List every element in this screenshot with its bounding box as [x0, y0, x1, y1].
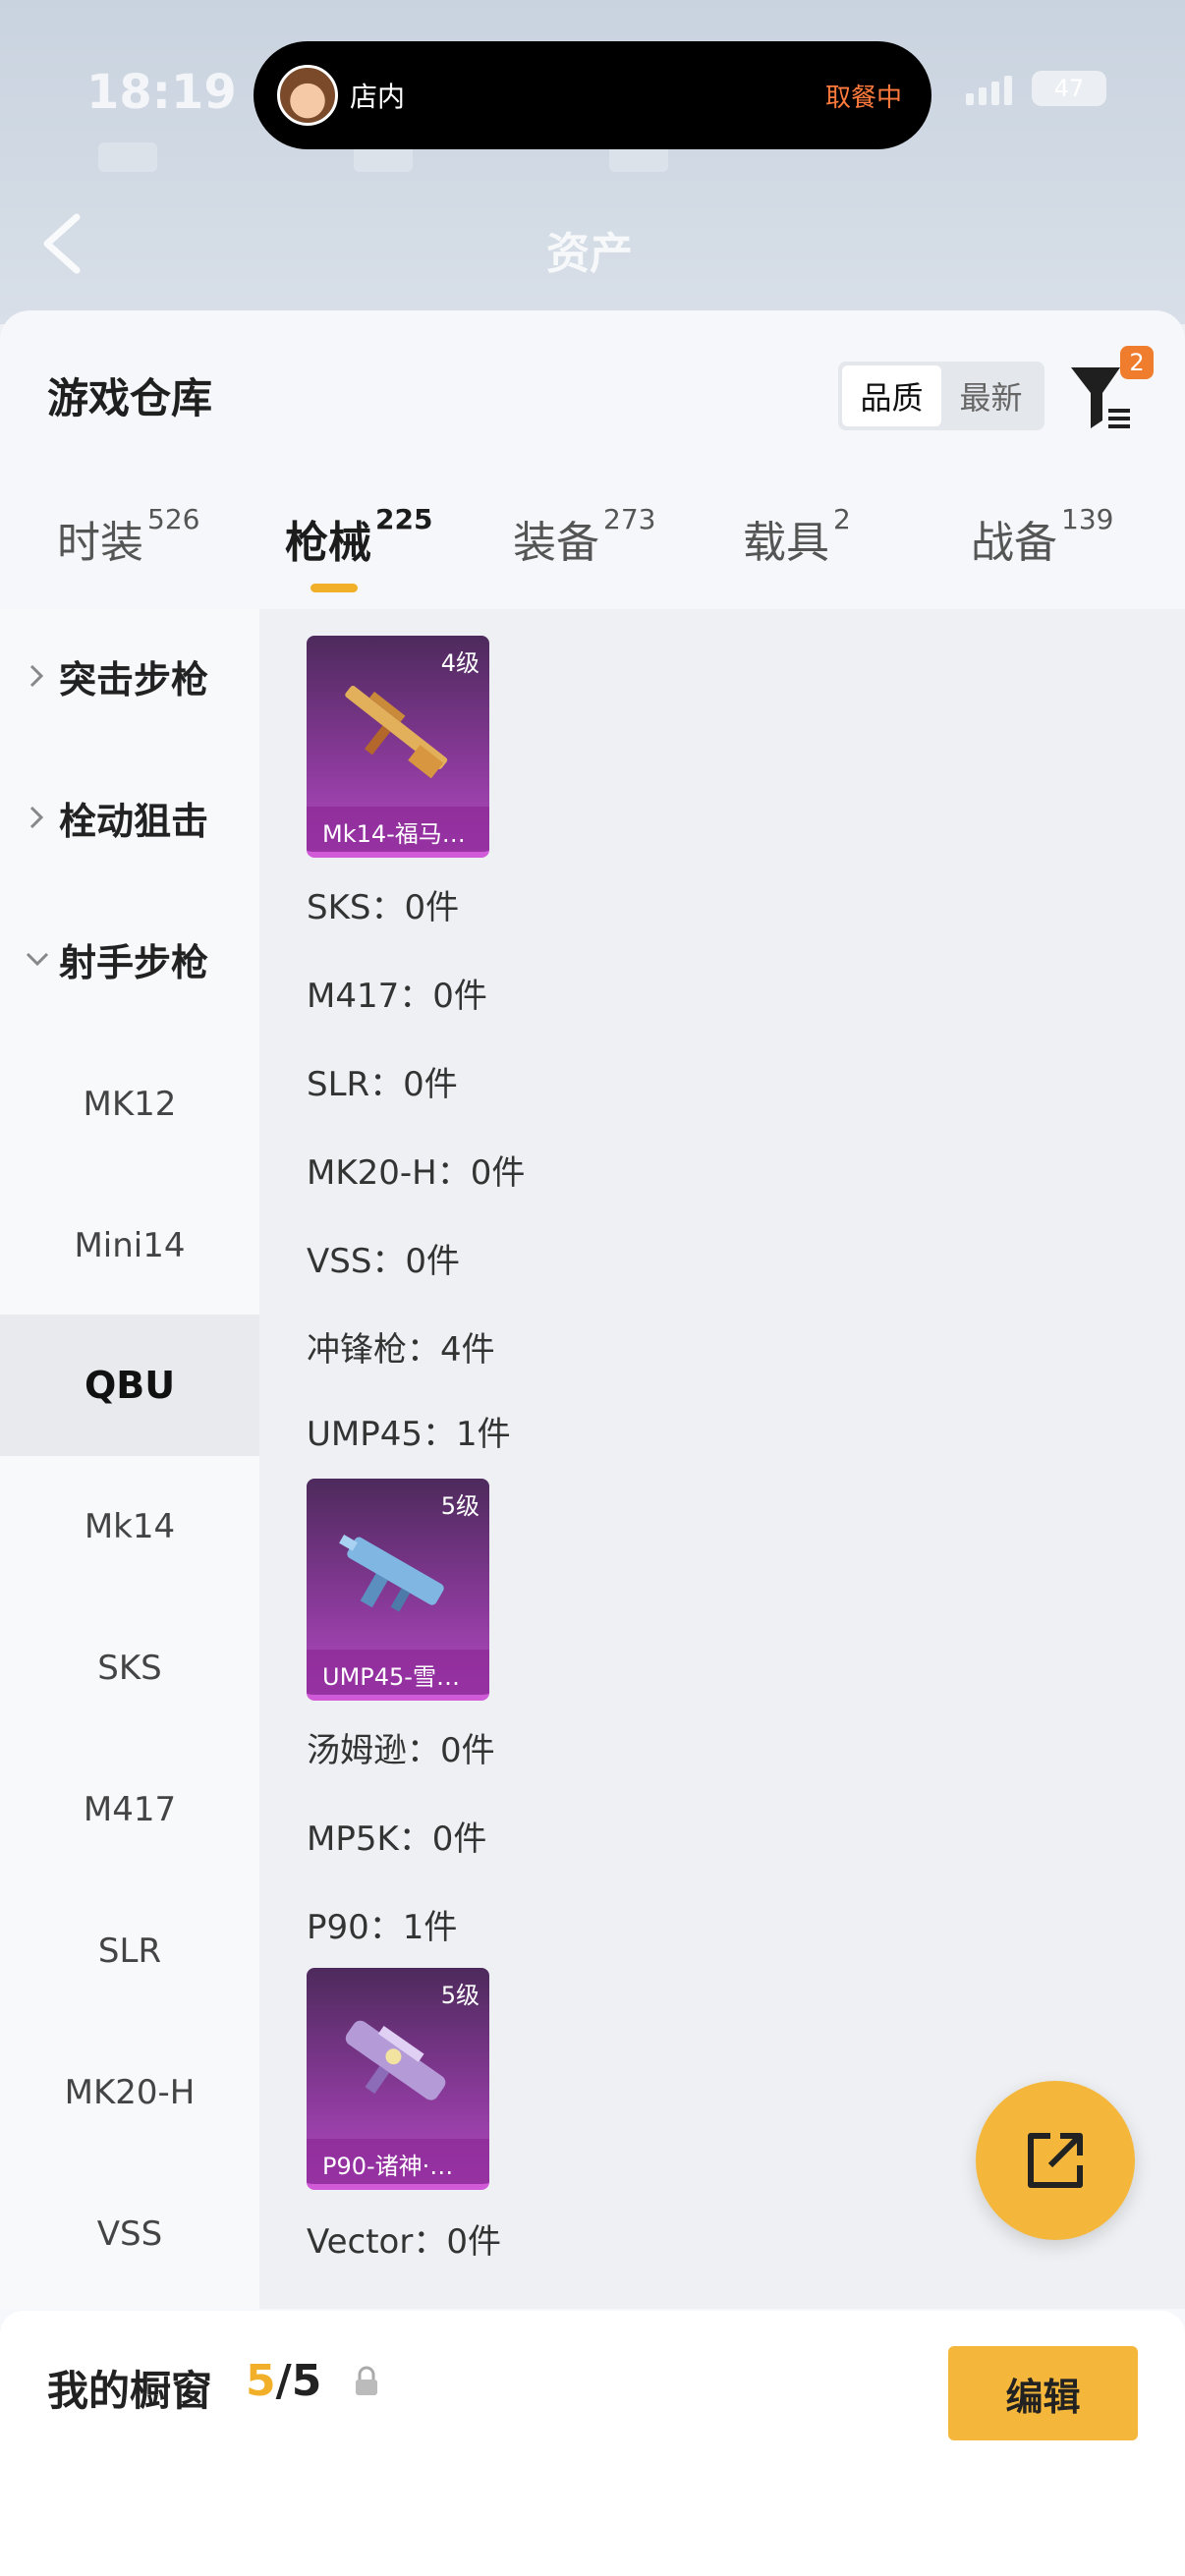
chevron-down-icon — [26, 952, 49, 967]
smg-icon — [339, 1534, 444, 1612]
sidebar-item-sks[interactable]: SKS — [0, 1597, 259, 1739]
weapon-card-p90[interactable]: 5级 P90-诸神·… — [307, 1968, 489, 2190]
island-store-label: 店内 — [350, 81, 406, 113]
signal-icon — [966, 72, 1012, 105]
share-button[interactable] — [976, 2081, 1135, 2240]
weapon-count-thompson: 汤姆逊：0件 — [307, 1731, 495, 1770]
card-name: Mk14-福马… — [307, 807, 489, 852]
rifle-icon — [345, 685, 448, 779]
dynamic-island[interactable]: 店内 取餐中 — [254, 41, 931, 149]
weapon-count-mk20h: MK20-H：0件 — [307, 1153, 526, 1193]
sidebar-item-mk12[interactable]: MK12 — [0, 1034, 259, 1175]
back-icon[interactable] — [39, 211, 83, 276]
sidebar-item-qbu[interactable]: QBU — [0, 1315, 259, 1456]
tab-label: 战备 — [971, 518, 1057, 568]
sidebar-item-m417[interactable]: M417 — [0, 1739, 259, 1880]
sidebar-item-mini14[interactable]: Mini14 — [0, 1175, 259, 1316]
weapon-sidebar: 突击步枪 栓动狙击 射手步枪 MK12 Mini14 QBU Mk14 SKS … — [0, 609, 259, 2309]
tab-equipment[interactable]: 装备 273 — [513, 503, 655, 570]
showcase-count: 5/5 — [246, 2356, 321, 2406]
sidebar-category-label: 射手步枪 — [59, 940, 209, 984]
showcase-title: 我的橱窗 — [47, 2367, 213, 2415]
sort-option-quality[interactable]: 品质 — [842, 365, 941, 426]
status-time: 18:19 — [86, 65, 237, 120]
weapon-count-mp5k: MP5K：0件 — [307, 1820, 487, 1859]
tab-fashion[interactable]: 时装 526 — [57, 503, 199, 570]
tab-supplies[interactable]: 战备 139 — [971, 503, 1113, 570]
edit-button[interactable]: 编辑 — [948, 2346, 1138, 2440]
status-indicators: 47 — [966, 71, 1106, 106]
category-tabs: 时装 526 枪械 225 装备 273 载具 2 战备 139 — [0, 503, 1185, 595]
sidebar-item-vss[interactable]: VSS — [0, 2163, 259, 2305]
sidebar-category-bolt[interactable]: 栓动狙击 — [0, 778, 259, 857]
sidebar-item-mk20h[interactable]: MK20-H — [0, 2022, 259, 2163]
tab-count: 139 — [1061, 503, 1114, 535]
weapon-count-p90: P90：1件 — [307, 1908, 458, 1947]
weapon-count-sks: SKS：0件 — [307, 888, 460, 927]
active-tab-indicator — [310, 584, 358, 592]
weapon-count-m417: M417：0件 — [307, 977, 487, 1016]
tab-count: 273 — [603, 503, 656, 535]
showcase-count-total: /5 — [275, 2356, 322, 2406]
sidebar-category-label: 栓动狙击 — [59, 799, 209, 843]
island-order-status: 取餐中 — [824, 83, 902, 113]
tab-label: 时装 — [57, 518, 143, 568]
weapon-count-vss: VSS：0件 — [307, 1242, 461, 1281]
chevron-right-icon — [29, 806, 44, 829]
showcase-count-current: 5 — [246, 2356, 276, 2406]
tab-count: 526 — [147, 503, 200, 535]
tab-guns[interactable]: 枪械 225 — [285, 503, 432, 570]
filter-count-badge: 2 — [1120, 346, 1154, 379]
sort-option-newest[interactable]: 最新 — [941, 365, 1041, 426]
sheet-title: 游戏仓库 — [47, 374, 213, 422]
weapon-count-ump45: UMP45：1件 — [307, 1415, 511, 1454]
sidebar-item-slr[interactable]: SLR — [0, 1880, 259, 2022]
tab-label: 载具 — [743, 518, 829, 568]
showcase-bar: 我的橱窗 5/5 编辑 — [0, 2311, 1185, 2576]
card-name: P90-诸神·… — [307, 2139, 489, 2184]
tab-label: 装备 — [513, 518, 599, 568]
weapon-count-vector: Vector：0件 — [307, 2222, 501, 2262]
lock-icon — [356, 2366, 377, 2395]
tab-vehicles[interactable]: 载具 2 — [743, 503, 851, 570]
avatar — [277, 65, 338, 126]
weapon-card-ump45[interactable]: 5级 UMP45-雪… — [307, 1479, 489, 1701]
weapon-count-smg: 冲锋枪：4件 — [307, 1330, 495, 1370]
tab-label: 枪械 — [285, 518, 371, 568]
page-title: 资产 — [546, 229, 633, 279]
battery-icon: 47 — [1032, 71, 1106, 106]
weapon-count-slr: SLR：0件 — [307, 1065, 458, 1104]
sidebar-item-mk14[interactable]: Mk14 — [0, 1456, 259, 1597]
sort-toggle: 品质 最新 — [838, 362, 1044, 430]
chevron-right-icon — [29, 664, 44, 688]
share-icon — [1028, 2133, 1083, 2188]
p90-icon — [345, 2020, 446, 2100]
sidebar-category-assault[interactable]: 突击步枪 — [0, 637, 259, 715]
sidebar-category-label: 突击步枪 — [59, 657, 209, 701]
card-name: UMP45-雪… — [307, 1650, 489, 1695]
tab-count: 2 — [833, 503, 851, 535]
weapon-card-mk14[interactable]: 4级 Mk14-福马… — [307, 636, 489, 858]
tab-count: 225 — [375, 503, 433, 535]
sidebar-category-dmr[interactable]: 射手步枪 — [0, 920, 259, 998]
